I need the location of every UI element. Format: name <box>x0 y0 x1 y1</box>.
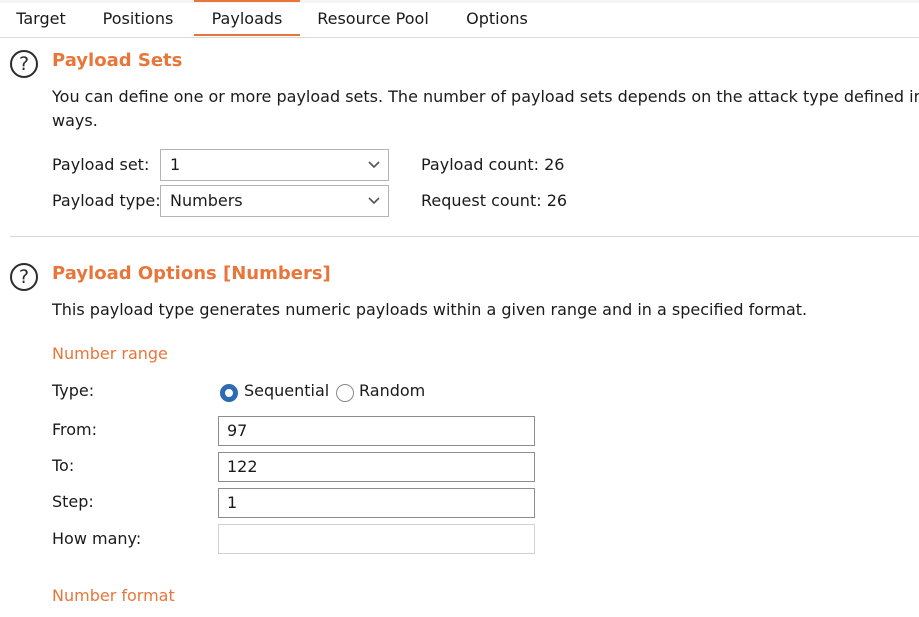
sequential-label[interactable]: Sequential <box>244 381 329 400</box>
tab-positions[interactable]: Positions <box>94 3 182 36</box>
number-format-title: Number format <box>52 586 175 605</box>
payload-type-value: Numbers <box>170 191 243 210</box>
help-icon[interactable]: ? <box>10 50 38 78</box>
to-label: To: <box>52 456 75 475</box>
chevron-down-icon <box>368 161 380 169</box>
from-input[interactable]: 97 <box>218 416 535 446</box>
type-label: Type: <box>52 381 95 400</box>
payload-sets-title: Payload Sets <box>52 50 183 71</box>
payload-set-select[interactable]: 1 <box>160 149 389 181</box>
tab-resource-pool[interactable]: Resource Pool <box>308 3 438 36</box>
request-count-label: Request count: <box>421 191 542 210</box>
tab-target[interactable]: Target <box>6 3 76 36</box>
request-count: Request count: 26 <box>421 191 567 210</box>
section-divider <box>10 236 919 237</box>
help-icon[interactable]: ? <box>10 263 38 291</box>
tab-bar: Target Positions Payloads Resource Pool … <box>0 0 919 38</box>
payload-set-value: 1 <box>170 155 181 174</box>
payload-set-label: Payload set: <box>52 155 150 174</box>
tab-options[interactable]: Options <box>456 3 538 36</box>
tab-payloads[interactable]: Payloads <box>194 0 300 36</box>
step-input[interactable]: 1 <box>218 488 535 518</box>
from-label: From: <box>52 420 98 439</box>
payload-sets-description-line1: You can define one or more payload sets.… <box>52 87 919 106</box>
random-label[interactable]: Random <box>359 381 425 400</box>
payload-sets-description-line2: ways. <box>52 111 98 130</box>
number-range-title: Number range <box>52 344 168 363</box>
payload-count-label: Payload count: <box>421 155 540 174</box>
sequential-radio[interactable] <box>220 384 238 402</box>
payload-options-title: Payload Options [Numbers] <box>52 263 331 284</box>
payload-count-value: 26 <box>544 155 565 174</box>
to-input[interactable]: 122 <box>218 452 535 482</box>
payload-count: Payload count: 26 <box>421 155 564 174</box>
how-many-input[interactable] <box>218 524 535 554</box>
request-count-value: 26 <box>546 191 568 210</box>
payload-type-select[interactable]: Numbers <box>160 185 389 217</box>
chevron-down-icon <box>368 197 380 205</box>
payload-type-label: Payload type: <box>52 191 161 210</box>
step-label: Step: <box>52 492 94 511</box>
payload-options-description: This payload type generates numeric payl… <box>52 300 808 319</box>
payload-sets-description: You can define one or more payload sets.… <box>52 85 919 133</box>
how-many-label: How many: <box>52 529 142 548</box>
random-radio[interactable] <box>336 384 354 402</box>
